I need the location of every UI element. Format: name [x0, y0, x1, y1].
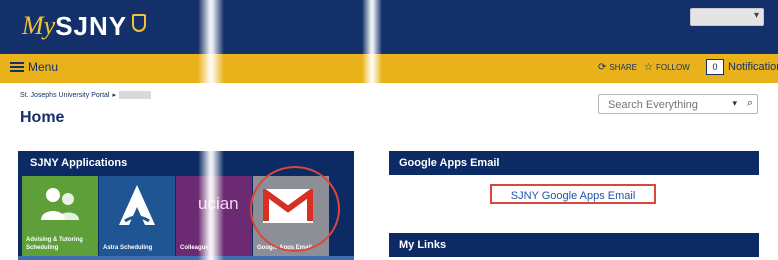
shield-icon: [132, 14, 147, 32]
follow-label: FOLLOW: [655, 63, 690, 72]
mysjny-logo[interactable]: My SJNY: [22, 6, 147, 46]
hamburger-icon: [10, 62, 24, 72]
menu-bar: Menu ⟳ SHARE ☆ FOLLOW 0 Notifications: [0, 54, 778, 83]
star-icon: ☆: [644, 62, 653, 73]
menu-label: Menu: [28, 60, 59, 74]
astra-a-icon: [119, 185, 155, 225]
tile-advising-tutoring-scheduling[interactable]: Advising & Tutoring Scheduling: [22, 176, 98, 256]
breadcrumb-root-link[interactable]: St. Josephs University Portal: [20, 92, 109, 99]
redaction-blur-band: [362, 0, 382, 260]
breadcrumb-separator-icon: ▸: [112, 92, 116, 99]
email-panel-title: Google Apps Email: [389, 151, 759, 175]
share-label: SHARE: [609, 63, 637, 72]
follow-button[interactable]: ☆ FOLLOW: [644, 62, 690, 73]
highlight-circle-annotation: [250, 166, 340, 252]
notifications-link[interactable]: Notifications: [728, 61, 778, 73]
share-icon: ⟳: [598, 62, 607, 73]
notification-count-badge[interactable]: 0: [706, 59, 724, 75]
tile-label: Astra Scheduling: [103, 245, 153, 251]
breadcrumb: St. Josephs University Portal ▸: [20, 91, 151, 99]
chevron-down-icon: ▾: [753, 10, 759, 21]
people-icon: [41, 188, 79, 220]
tile-label: Advising & Tutoring Scheduling: [26, 237, 83, 251]
apps-panel-title: SJNY Applications: [30, 157, 128, 169]
logo-my-text: My: [22, 11, 56, 40]
search-scope-dropdown-icon[interactable]: ▾: [732, 98, 737, 109]
search-icon[interactable]: ⌕: [747, 97, 753, 110]
user-account-menu[interactable]: ▾: [690, 8, 764, 26]
top-header-bar: My SJNY ▾: [0, 0, 778, 54]
search-input[interactable]: [606, 96, 722, 114]
share-button[interactable]: ⟳ SHARE: [598, 62, 637, 73]
apps-next-row-tiles: [18, 256, 354, 260]
sjny-google-apps-email-link[interactable]: SJNY Google Apps Email: [511, 190, 636, 202]
highlight-box-annotation: SJNY Google Apps Email: [490, 184, 656, 204]
google-apps-email-panel: Google Apps Email SJNY Google Apps Email…: [389, 151, 759, 260]
redaction-blur-band: [198, 0, 224, 260]
tile-astra-scheduling[interactable]: Astra Scheduling: [99, 176, 175, 256]
menu-button[interactable]: Menu: [10, 60, 58, 74]
my-links-panel-title: My Links: [389, 233, 759, 257]
page-title: Home: [20, 109, 65, 126]
breadcrumb-current-item: [119, 91, 151, 99]
search-box[interactable]: ▾ ⌕: [598, 94, 758, 114]
logo-sjny-text: SJNY: [55, 10, 128, 41]
